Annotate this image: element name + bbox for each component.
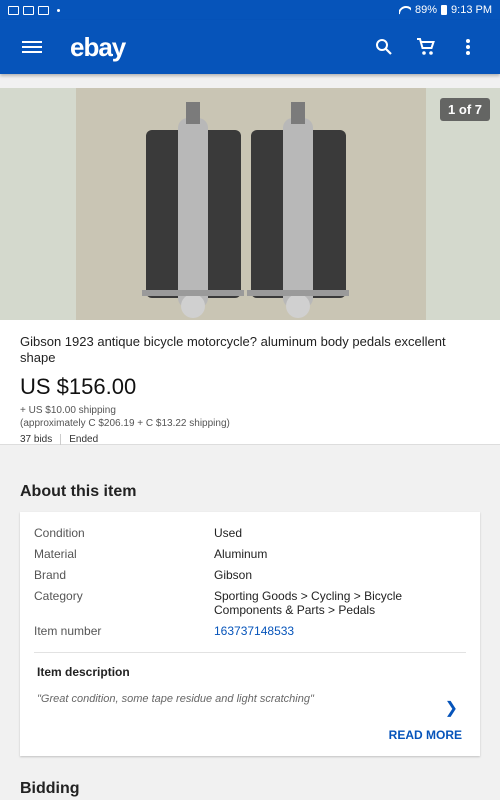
spec-value: Aluminum [214, 547, 268, 561]
spec-label: Item number [34, 624, 102, 638]
chevron-right-icon[interactable]: ❯ [445, 698, 458, 718]
spec-row-brand: Brand Gibson [34, 568, 466, 582]
listing-summary: Gibson 1923 antique bicycle motorcycle? … [0, 320, 500, 445]
spec-row-condition: Condition Used [34, 526, 466, 540]
battery-percent: 89% [415, 4, 438, 16]
cart-icon[interactable] [416, 37, 436, 57]
item-description-heading: Item description [37, 665, 130, 679]
ebay-logo[interactable]: ebay [70, 32, 126, 63]
pedals-image [76, 88, 426, 320]
item-number-link[interactable]: 163737148533 [214, 624, 466, 638]
divider [34, 652, 466, 653]
spec-row-item-number: Item number 163737148533 [34, 624, 466, 638]
spec-value: Gibson [214, 568, 253, 582]
ebay-notification-icon-2 [38, 5, 49, 15]
search-icon[interactable] [374, 37, 394, 57]
spec-value: Used [214, 526, 243, 540]
spec-label: Material [34, 547, 77, 561]
more-options-icon[interactable] [458, 37, 478, 57]
item-photo[interactable]: 1 of 7 [0, 88, 500, 320]
status-bar: 89% 9:13 PM [0, 0, 500, 20]
spec-label: Condition [34, 526, 85, 540]
shipping-cost: + US $10.00 shipping [20, 405, 116, 416]
app-bar: ebay [0, 20, 500, 74]
ebay-notification-icon [23, 5, 34, 15]
battery-icon [441, 5, 448, 15]
wifi-icon [399, 6, 411, 15]
photo-counter: 1 of 7 [440, 98, 490, 121]
spec-label: Brand [34, 568, 67, 582]
about-heading: About this item [20, 483, 137, 500]
gallery-notification-icon [8, 5, 19, 15]
menu-icon[interactable] [22, 41, 42, 53]
item-description-text: "Great condition, some tape residue and … [37, 693, 314, 705]
bidding-heading: Bidding [20, 780, 80, 797]
listing-title: Gibson 1923 antique bicycle motorcycle? … [20, 334, 446, 365]
listing-status: Ended [69, 434, 99, 445]
spec-label: Category [34, 589, 83, 603]
spec-row-category: Category Sporting Goods > Cycling > Bicy… [34, 589, 466, 617]
price: US $156.00 [20, 374, 137, 399]
more-notifications-icon [57, 8, 60, 12]
read-more-button[interactable]: READ MORE [389, 728, 462, 742]
divider [60, 434, 62, 445]
spec-value: Sporting Goods > Cycling > Bicycle Compo… [214, 589, 403, 617]
approx-cost: (approximately C $206.19 + C $13.22 ship… [20, 418, 230, 429]
bid-count: 37 bids [20, 434, 53, 445]
spec-row-material: Material Aluminum [34, 547, 466, 561]
clock: 9:13 PM [451, 4, 492, 16]
about-card: Condition Used Material Aluminum Brand G… [20, 512, 480, 756]
